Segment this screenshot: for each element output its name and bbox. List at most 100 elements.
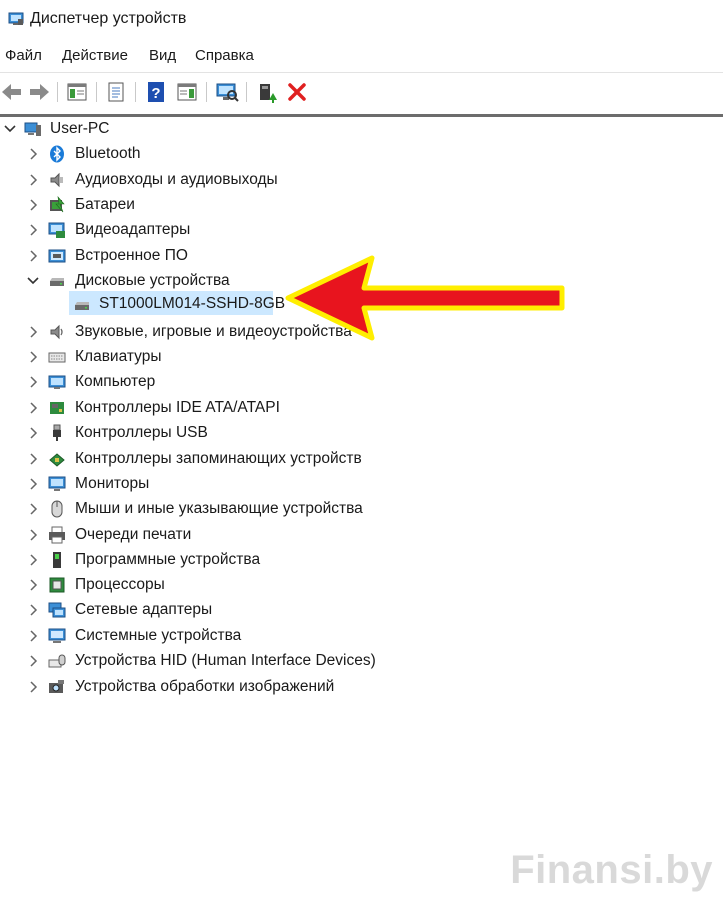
processor-icon [49, 577, 65, 593]
chevron-down-icon[interactable] [3, 122, 17, 136]
forward-icon[interactable] [27, 80, 51, 104]
category-label: Контроллеры IDE ATA/ATAPI [75, 399, 280, 416]
category-label: Очереди печати [75, 526, 192, 543]
category-bluetooth[interactable]: Bluetooth [0, 142, 723, 166]
chevron-right-icon[interactable] [26, 198, 40, 212]
chevron-right-icon[interactable] [26, 629, 40, 643]
menu-file[interactable]: Файл [5, 47, 42, 64]
category-audio-io[interactable]: Аудиовходы и аудиовыходы [0, 168, 723, 192]
chevron-right-icon[interactable] [26, 147, 40, 161]
scan-hardware-icon[interactable] [215, 80, 239, 104]
svg-text:?: ? [151, 85, 160, 102]
category-system-devices[interactable]: Системные устройства [0, 624, 723, 648]
battery-icon [50, 196, 65, 213]
category-label: Мыши и иные указывающие устройства [75, 500, 363, 517]
category-usb[interactable]: Контроллеры USB [0, 421, 723, 445]
category-label: Батареи [75, 196, 135, 213]
properties-icon[interactable] [104, 80, 128, 104]
category-keyboards[interactable]: Клавиатуры [0, 345, 723, 369]
category-label: Контроллеры USB [75, 424, 208, 441]
category-label: Встроенное ПО [75, 247, 188, 264]
help-icon[interactable]: ? [144, 80, 168, 104]
ide-controller-icon [50, 402, 64, 414]
category-software-devices[interactable]: Программные устройства [0, 548, 723, 572]
category-label: Клавиатуры [75, 348, 162, 365]
category-network-adapters[interactable]: Сетевые адаптеры [0, 598, 723, 622]
category-computer[interactable]: Компьютер [0, 370, 723, 394]
category-label: Процессоры [75, 576, 165, 593]
menu-bar: Файл Действие Вид Справка [0, 44, 723, 70]
network-adapter-icon [48, 602, 66, 618]
keyboard-icon [48, 352, 66, 363]
uninstall-icon[interactable] [285, 80, 309, 104]
audio-io-icon [50, 172, 63, 188]
category-imaging[interactable]: Устройства обработки изображений [0, 675, 723, 699]
chevron-right-icon[interactable] [26, 578, 40, 592]
chevron-right-icon[interactable] [26, 350, 40, 364]
chevron-down-icon[interactable] [26, 274, 40, 288]
category-hid[interactable]: Устройства HID (Human Interface Devices) [0, 649, 723, 673]
window-title: Диспетчер устройств [30, 10, 187, 27]
chevron-right-icon[interactable] [26, 477, 40, 491]
category-batteries[interactable]: Батареи [0, 193, 723, 217]
device-label: ST1000LM014-SSHD-8GB [99, 295, 286, 312]
category-ide-controllers[interactable]: Контроллеры IDE ATA/ATAPI [0, 396, 723, 420]
category-monitors[interactable]: Мониторы [0, 472, 723, 496]
toolbar: ? [0, 72, 723, 111]
chevron-right-icon[interactable] [26, 426, 40, 440]
category-processors[interactable]: Процессоры [0, 573, 723, 597]
update-driver-icon[interactable] [255, 80, 279, 104]
usb-icon [53, 424, 61, 441]
tree-root[interactable]: User-PC [0, 117, 723, 141]
chevron-right-icon[interactable] [26, 223, 40, 237]
title-bar: Диспетчер устройств [0, 0, 723, 40]
menu-view[interactable]: Вид [149, 47, 176, 64]
chevron-right-icon[interactable] [26, 528, 40, 542]
category-label: Контроллеры запоминающих устройств [75, 450, 362, 467]
chevron-right-icon[interactable] [26, 603, 40, 617]
chevron-right-icon[interactable] [26, 553, 40, 567]
chevron-right-icon[interactable] [26, 401, 40, 415]
toolbar-separator [135, 82, 136, 102]
chevron-right-icon[interactable] [26, 452, 40, 466]
chevron-right-icon[interactable] [26, 502, 40, 516]
toolbar-separator [206, 82, 207, 102]
toolbar-separator [96, 82, 97, 102]
category-label: Bluetooth [75, 145, 141, 162]
category-display-adapters[interactable]: Видеоадаптеры [0, 218, 723, 242]
chevron-right-icon[interactable] [26, 654, 40, 668]
category-mice[interactable]: Мыши и иные указывающие устройства [0, 497, 723, 521]
menu-help[interactable]: Справка [195, 47, 254, 64]
display-adapter-icon [48, 222, 65, 238]
chevron-right-icon[interactable] [26, 249, 40, 263]
watermark: Finansi.by [510, 848, 713, 892]
imaging-icon [49, 680, 64, 693]
chevron-right-icon[interactable] [26, 325, 40, 339]
category-label: Устройства обработки изображений [75, 678, 335, 695]
firmware-icon [48, 249, 66, 263]
category-print-queues[interactable]: Очереди печати [0, 523, 723, 547]
chevron-right-icon[interactable] [26, 680, 40, 694]
action-pane-icon[interactable] [175, 80, 199, 104]
software-device-icon [53, 552, 61, 568]
back-icon[interactable] [0, 80, 24, 104]
category-label: Аудиовходы и аудиовыходы [75, 171, 278, 188]
category-label: Сетевые адаптеры [75, 601, 213, 618]
disk-drive-icon [75, 302, 89, 310]
hid-icon [48, 654, 66, 668]
category-label: Компьютер [75, 373, 156, 390]
annotation-arrow [285, 255, 565, 341]
menu-action[interactable]: Действие [62, 47, 128, 64]
category-storage-controllers[interactable]: Контроллеры запоминающих устройств [0, 447, 723, 471]
category-label: Дисковые устройства [75, 272, 230, 289]
category-label: Системные устройства [75, 627, 242, 644]
computer-icon [48, 375, 66, 389]
chevron-right-icon[interactable] [26, 173, 40, 187]
printer-icon [49, 526, 65, 544]
chevron-right-icon[interactable] [26, 375, 40, 389]
storage-controller-icon [49, 453, 65, 467]
mouse-icon [51, 500, 63, 518]
category-label: Видеоадаптеры [75, 221, 191, 238]
console-tree-icon[interactable] [65, 80, 89, 104]
device-manager-icon [8, 12, 24, 25]
